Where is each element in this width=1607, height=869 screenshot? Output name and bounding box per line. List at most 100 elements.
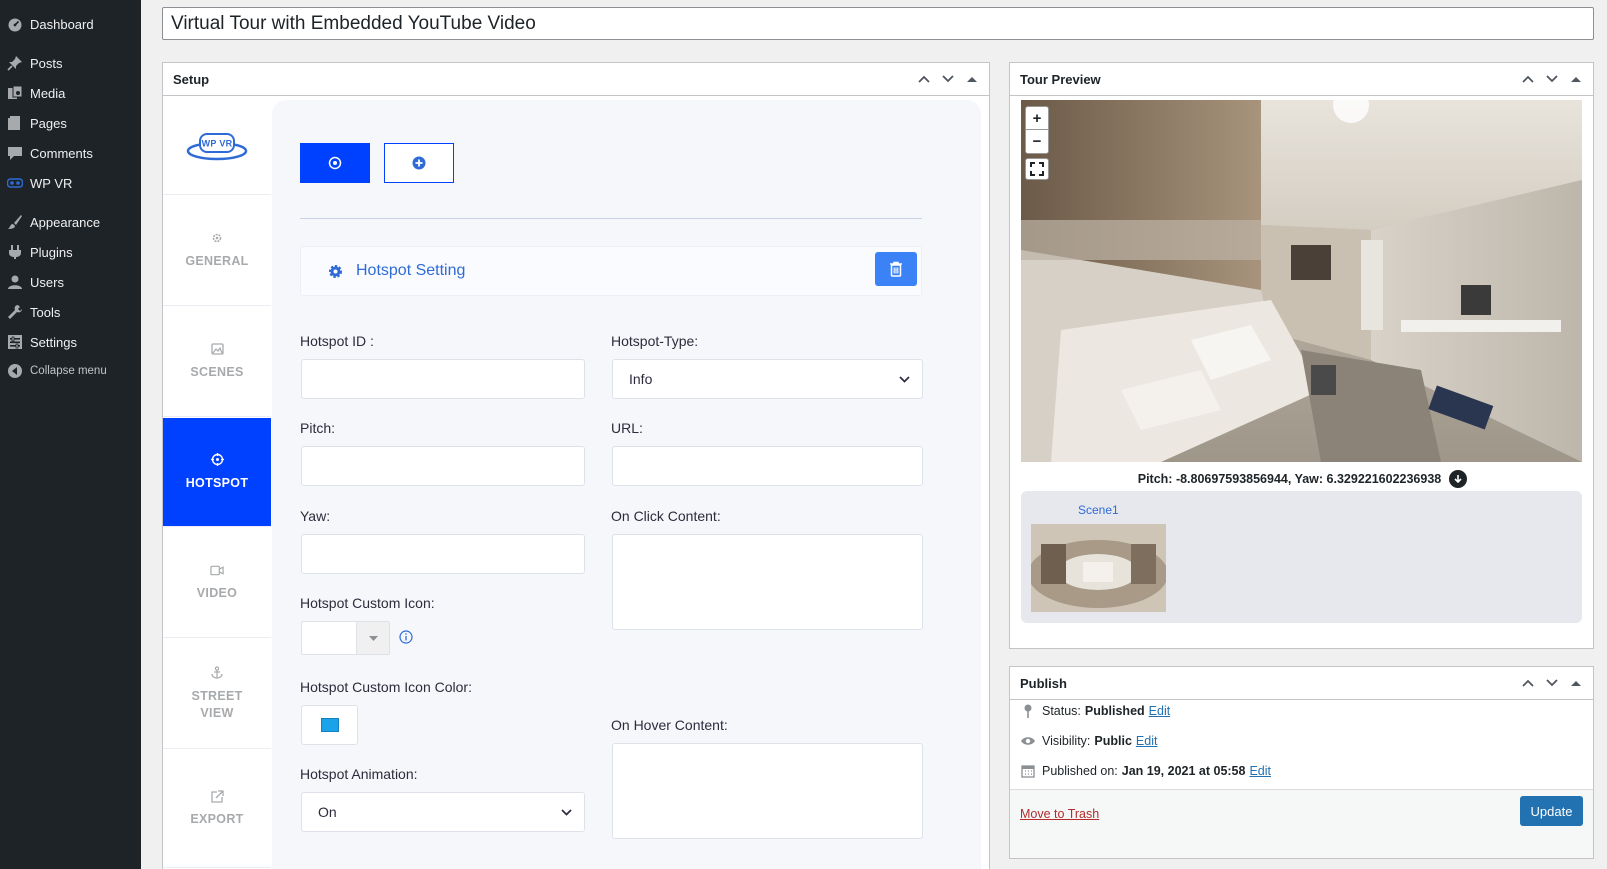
settings-icon	[7, 334, 23, 350]
menu-item-dashboard[interactable]: Dashboard	[0, 10, 141, 38]
menu-item-pages[interactable]: Pages	[0, 109, 141, 137]
tab-hotspot-label: HOTSPOT	[185, 475, 249, 490]
edit-date-link[interactable]: Edit	[1249, 764, 1271, 778]
hotspot-type-label: Hotspot-Type:	[611, 333, 699, 349]
menu-label-posts: Posts	[30, 55, 63, 71]
custom-icon-label: Hotspot Custom Icon:	[300, 595, 435, 611]
delete-hotspot-button[interactable]	[875, 252, 917, 286]
media-icon	[7, 85, 23, 101]
hotspot-id-label: Hotspot ID :	[300, 333, 374, 349]
hotspot-target-button[interactable]	[300, 143, 370, 183]
chevron-down-icon[interactable]	[356, 622, 389, 654]
move-to-trash-link[interactable]: Move to Trash	[1020, 807, 1099, 821]
menu-item-comments[interactable]: Comments	[0, 139, 141, 167]
eye-icon	[1020, 736, 1036, 746]
chevron-down-icon	[561, 808, 572, 816]
info-icon[interactable]	[399, 630, 413, 644]
menu-item-settings[interactable]: Settings	[0, 328, 141, 356]
move-down-icon[interactable]	[1545, 72, 1559, 86]
visibility-value: Public	[1094, 734, 1132, 748]
publish-actions: Move to Trash Update	[1010, 789, 1593, 858]
custom-icon-picker[interactable]	[301, 621, 390, 655]
status-label: Status:	[1042, 704, 1081, 718]
menu-label-plugins: Plugins	[30, 244, 73, 260]
tab-export[interactable]: EXPORT	[163, 750, 271, 868]
tab-scenes[interactable]: SCENES	[163, 307, 271, 417]
anchor-icon	[210, 666, 224, 680]
fullscreen-button[interactable]	[1025, 158, 1049, 180]
hotspot-setting-bar: Hotspot Setting	[300, 246, 922, 296]
video-icon	[210, 563, 224, 577]
pages-icon	[7, 115, 23, 131]
on-hover-textarea[interactable]	[612, 743, 923, 839]
on-click-textarea[interactable]	[612, 534, 923, 630]
menu-item-plugins[interactable]: Plugins	[0, 238, 141, 266]
wpvr-logo-icon: WP VR	[186, 132, 248, 160]
divider	[300, 218, 922, 219]
menu-item-users[interactable]: Users	[0, 268, 141, 296]
hotspot-id-input[interactable]	[301, 359, 585, 399]
animation-select[interactable]: On	[301, 792, 585, 832]
user-icon	[7, 274, 23, 290]
pitch-label: Pitch:	[300, 420, 336, 436]
visibility-label: Visibility:	[1042, 734, 1091, 748]
publish-panel: Publish Status: Published Edit Visibilit…	[1009, 666, 1594, 859]
menu-label-dashboard: Dashboard	[30, 16, 94, 32]
menu-item-appearance[interactable]: Appearance	[0, 208, 141, 236]
published-value: Jan 19, 2021 at 05:58	[1121, 764, 1246, 778]
menu-item-collapse[interactable]: Collapse menu	[0, 357, 141, 385]
edit-status-link[interactable]: Edit	[1149, 704, 1171, 718]
tab-video[interactable]: VIDEO	[163, 528, 271, 638]
update-button[interactable]: Update	[1520, 796, 1583, 826]
yaw-input[interactable]	[301, 534, 585, 574]
menu-item-tools[interactable]: Tools	[0, 298, 141, 326]
toggle-panel-icon[interactable]	[965, 72, 979, 86]
tab-hotspot[interactable]: HOTSPOT	[163, 418, 271, 527]
icon-color-picker[interactable]	[301, 705, 358, 745]
edit-visibility-link[interactable]: Edit	[1136, 734, 1158, 748]
bedroom-panorama-image	[1021, 100, 1582, 462]
tour-preview-title: Tour Preview	[1020, 71, 1101, 87]
status-value: Published	[1084, 704, 1145, 718]
tab-export-label: EXPORT	[190, 812, 244, 826]
menu-item-media[interactable]: Media	[0, 79, 141, 107]
menu-label-users: Users	[30, 274, 64, 290]
trash-icon	[890, 261, 902, 277]
menu-label-pages: Pages	[30, 115, 67, 131]
toggle-panel-icon[interactable]	[1569, 676, 1583, 690]
hotspot-type-select[interactable]: Info	[612, 359, 923, 399]
menu-label-appearance: Appearance	[30, 214, 101, 230]
zoom-out-button[interactable]: −	[1026, 130, 1048, 153]
publish-title: Publish	[1020, 675, 1067, 691]
scene-thumbnail[interactable]	[1031, 524, 1166, 612]
crosshair-icon	[210, 453, 224, 467]
dashboard-icon	[7, 16, 23, 32]
download-icon[interactable]	[1449, 470, 1468, 488]
url-input[interactable]	[612, 446, 923, 486]
add-hotspot-button[interactable]	[384, 143, 454, 183]
zoom-in-button[interactable]: +	[1026, 107, 1048, 130]
menu-label-collapse: Collapse menu	[30, 365, 107, 377]
status-row: Status: Published Edit	[1020, 704, 1170, 718]
url-label: URL:	[611, 420, 643, 436]
move-down-icon[interactable]	[1545, 676, 1559, 690]
toggle-panel-icon[interactable]	[1569, 72, 1583, 86]
move-up-icon[interactable]	[1521, 676, 1535, 690]
calendar-icon	[1020, 764, 1036, 778]
panorama-viewer[interactable]: + −	[1021, 100, 1582, 462]
move-down-icon[interactable]	[941, 72, 955, 86]
pin-icon	[7, 55, 23, 71]
color-swatch	[320, 718, 339, 732]
tab-general[interactable]: GENERAL	[163, 196, 271, 306]
menu-label-comments: Comments	[30, 145, 93, 161]
post-title-input[interactable]	[162, 7, 1594, 40]
tour-preview-panel: Tour Preview + − Pitch: -8.8069759385694…	[1009, 62, 1594, 649]
pitch-input[interactable]	[301, 446, 585, 486]
move-up-icon[interactable]	[917, 72, 931, 86]
plugin-icon	[7, 244, 23, 260]
menu-item-wpvr[interactable]: WP VR	[0, 169, 141, 197]
menu-item-posts[interactable]: Posts	[0, 49, 141, 77]
brush-icon	[7, 214, 23, 230]
tab-street-view[interactable]: STREET VIEW	[163, 639, 271, 749]
move-up-icon[interactable]	[1521, 72, 1535, 86]
